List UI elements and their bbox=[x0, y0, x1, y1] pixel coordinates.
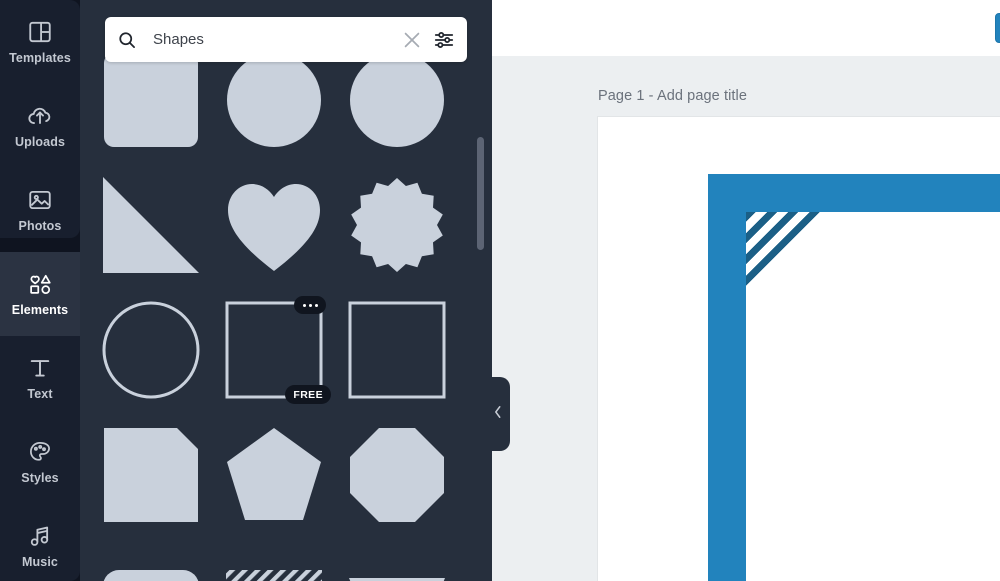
sidebar-item-label: Uploads bbox=[15, 135, 65, 149]
circle-outline-icon bbox=[101, 300, 201, 400]
panel-scrollbar-thumb[interactable] bbox=[477, 137, 484, 250]
heart-icon bbox=[224, 175, 324, 275]
shape-result-right-triangle[interactable]: FREE bbox=[90, 163, 212, 286]
filter-sliders-icon[interactable] bbox=[433, 29, 455, 51]
sidebar-item-uploads[interactable]: Uploads bbox=[0, 84, 80, 168]
sidebar-item-text[interactable]: Text bbox=[0, 336, 80, 420]
shape-result-circle-outline[interactable]: FREE bbox=[90, 288, 212, 411]
circle-2-icon bbox=[347, 56, 447, 150]
octagon-icon bbox=[347, 425, 447, 525]
panel-collapse-handle[interactable] bbox=[486, 377, 510, 451]
trapezoid-icon bbox=[347, 550, 447, 581]
shape-result-clipped-corner-square[interactable]: FREE bbox=[90, 413, 212, 536]
clipped-corner-square-icon bbox=[101, 425, 201, 525]
shape-result-square-outline[interactable]: FREE bbox=[213, 288, 335, 411]
elements-icon bbox=[27, 271, 53, 297]
search-icon bbox=[117, 30, 137, 50]
close-x-icon[interactable] bbox=[401, 29, 423, 51]
color-swatch-button[interactable] bbox=[995, 13, 1000, 43]
shape-result-pentagon[interactable]: FREE bbox=[213, 413, 335, 536]
search-bar[interactable] bbox=[105, 17, 467, 62]
striped-corner-decoration bbox=[746, 212, 822, 288]
page-sheet[interactable] bbox=[598, 117, 1000, 581]
shape-result-rounded-rectangle[interactable]: FREE bbox=[90, 538, 212, 581]
shape-result-circle[interactable]: FREE bbox=[213, 56, 335, 161]
search-input[interactable] bbox=[153, 31, 401, 48]
rounded-square-icon bbox=[101, 56, 201, 150]
shape-results-grid: FREEFREEFREEFREEFREEFREEFREEFREEFREEFREE… bbox=[90, 56, 462, 581]
chevron-left-icon bbox=[493, 405, 503, 424]
photos-icon bbox=[27, 187, 53, 213]
shape-result-rounded-square[interactable]: FREE bbox=[90, 56, 212, 161]
striped-rectangle-icon bbox=[224, 550, 324, 581]
pentagon-icon bbox=[224, 425, 324, 525]
scalloped-circle-icon bbox=[347, 175, 447, 275]
music-note-icon bbox=[27, 523, 53, 549]
left-nav-rail: Templates Uploads Photos Elements Text Styles… bbox=[0, 0, 80, 581]
shape-result-octagon[interactable]: FREE bbox=[336, 413, 458, 536]
sidebar-item-label: Music bbox=[22, 555, 58, 569]
sidebar-item-music[interactable]: Music bbox=[0, 504, 80, 581]
shape-result-scalloped-circle[interactable]: FREE bbox=[336, 163, 458, 286]
right-triangle-icon bbox=[101, 175, 201, 275]
page-title-label[interactable]: Page 1 - Add page title bbox=[598, 88, 747, 104]
sidebar-item-label: Text bbox=[27, 387, 52, 401]
shape-result-striped-rectangle[interactable]: FREE bbox=[213, 538, 335, 581]
free-badge: FREE bbox=[285, 385, 331, 404]
shape-result-trapezoid[interactable]: FREE bbox=[336, 538, 458, 581]
sidebar-item-templates[interactable]: Templates bbox=[0, 0, 80, 84]
canvas-area[interactable]: Page 1 - Add page title bbox=[490, 56, 1000, 581]
text-icon bbox=[27, 355, 53, 381]
sidebar-item-label: Elements bbox=[12, 303, 68, 317]
styles-palette-icon bbox=[27, 439, 53, 465]
square-outline-2-icon bbox=[347, 300, 447, 400]
sidebar-item-photos[interactable]: Photos bbox=[0, 168, 80, 252]
upload-cloud-icon bbox=[27, 103, 53, 129]
shape-result-heart[interactable]: FREE bbox=[213, 163, 335, 286]
sidebar-item-label: Templates bbox=[9, 51, 71, 65]
shape-result-square-outline-2[interactable]: FREE bbox=[336, 288, 458, 411]
circle-icon bbox=[224, 56, 324, 150]
shape-result-circle-2[interactable]: FREE bbox=[336, 56, 458, 161]
templates-icon bbox=[27, 19, 53, 45]
elements-panel: FREEFREEFREEFREEFREEFREEFREEFREEFREEFREE… bbox=[80, 0, 492, 581]
design-editor-window: Page 1 - Add page title bbox=[0, 0, 1000, 581]
rounded-rectangle-icon bbox=[101, 550, 201, 581]
sidebar-item-label: Styles bbox=[21, 471, 58, 485]
sidebar-item-elements[interactable]: Elements bbox=[0, 252, 80, 336]
sidebar-item-label: Photos bbox=[19, 219, 62, 233]
editor-topbar bbox=[490, 0, 1000, 56]
sidebar-item-styles[interactable]: Styles bbox=[0, 420, 80, 504]
more-options-icon[interactable] bbox=[294, 296, 326, 314]
shape-results-scroll-region[interactable]: FREEFREEFREEFREEFREEFREEFREEFREEFREEFREE… bbox=[80, 56, 492, 581]
